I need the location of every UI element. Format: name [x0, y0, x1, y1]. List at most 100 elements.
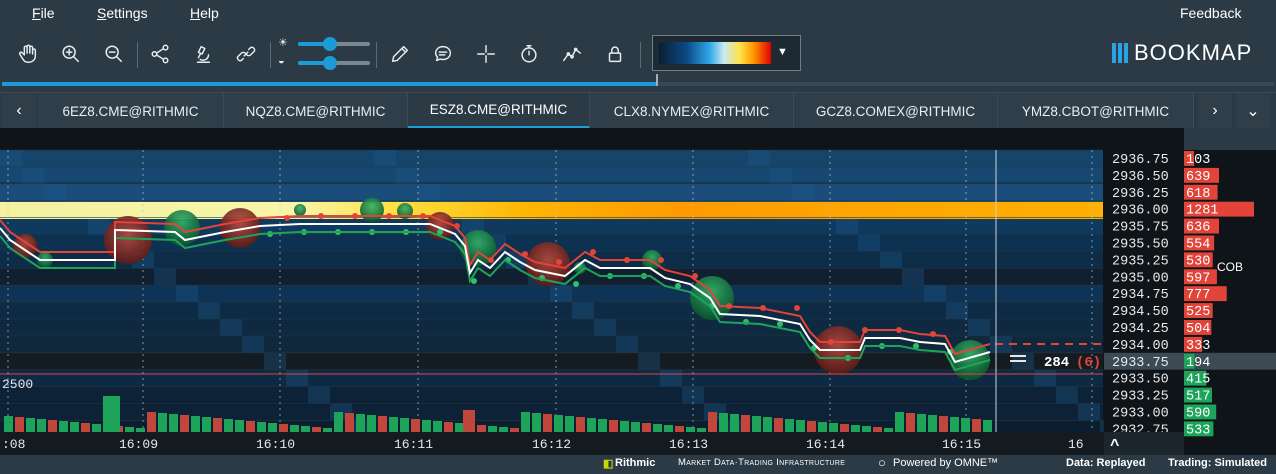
- chat-icon[interactable]: [429, 40, 457, 68]
- heatmap-chart-canvas[interactable]: 2500 284 (6) :08 16:09 16:10 16:11 16:12 16:1…: [0, 128, 1276, 455]
- heat-cell: [1056, 386, 1078, 404]
- volume-bar: [301, 426, 310, 432]
- tabs-next-button[interactable]: ›: [1198, 93, 1232, 129]
- timer-icon[interactable]: [515, 40, 543, 68]
- link-icon[interactable]: [232, 40, 260, 68]
- volume-bar: [15, 417, 24, 432]
- volume-bar: [433, 421, 442, 432]
- volume-bar: [565, 416, 574, 432]
- volume-bar: [950, 417, 959, 432]
- heat-cell: [1034, 369, 1056, 387]
- volume-bar: [774, 418, 783, 432]
- zoom-in-icon[interactable]: [57, 40, 85, 68]
- ladder-price: 2934.50: [1112, 305, 1169, 320]
- tab-esz8[interactable]: ESZ8.CME@RITHMIC: [408, 93, 590, 129]
- heat-cell: [682, 386, 704, 404]
- zoom-out-icon[interactable]: [100, 40, 128, 68]
- replay-position-marker[interactable]: [656, 74, 659, 86]
- volume-bar: [37, 419, 46, 432]
- volume-bar: [367, 415, 376, 432]
- heatmap-palette-dropdown[interactable]: ▼: [652, 35, 801, 71]
- heat-cell: [616, 335, 638, 353]
- ladder-size: 504: [1186, 322, 1210, 337]
- heat-cell: [220, 319, 242, 336]
- crosshair-icon[interactable]: [472, 40, 500, 68]
- chevron-up-icon[interactable]: ^: [1110, 437, 1119, 454]
- ladder-size: 777: [1186, 288, 1210, 303]
- heat-row: [0, 302, 1103, 319]
- ladder-price: 2933.50: [1112, 373, 1169, 388]
- heatmap-chart[interactable]: 2500 284 (6) :08 16:09 16:10 16:11 16:12 16:1…: [0, 128, 1276, 455]
- brightness-slider[interactable]: [298, 37, 370, 51]
- volume-bar: [444, 422, 453, 432]
- ladder-size: 636: [1186, 221, 1210, 236]
- heat-cell: [550, 285, 572, 303]
- heat-row: [0, 369, 1103, 387]
- chart-line-icon[interactable]: [558, 40, 586, 68]
- volume-bar: [631, 422, 640, 432]
- feedback-link[interactable]: Feedback: [1180, 5, 1241, 21]
- rithmic-logo-icon: ◧: [603, 458, 614, 470]
- contrast-icon: ◒: [278, 55, 285, 67]
- volume-bar: [730, 414, 739, 432]
- share-icon[interactable]: [146, 40, 174, 68]
- rithmic-name: Rithmic: [615, 457, 656, 469]
- volume-bar: [180, 415, 189, 432]
- svg-text:2500: 2500: [2, 377, 33, 392]
- contrast-slider-knob[interactable]: [323, 56, 338, 70]
- ladder-price: 2936.25: [1112, 187, 1169, 202]
- volume-bar: [532, 413, 541, 432]
- heat-cell: [44, 183, 66, 201]
- replay-progress-fill: [2, 82, 658, 86]
- volume-bar: [708, 412, 717, 432]
- brightness-slider-knob[interactable]: [323, 37, 338, 51]
- time-tick-label: 16:14: [806, 437, 845, 452]
- replay-progress-bar[interactable]: [2, 74, 1274, 86]
- volume-bar: [818, 422, 827, 432]
- small-trade-dot: [658, 257, 664, 263]
- volume-bar: [741, 415, 750, 432]
- volume-bar-peak: [463, 410, 475, 432]
- microscope-icon[interactable]: [189, 40, 217, 68]
- pencil-icon[interactable]: [386, 40, 414, 68]
- cob-header-bg: [1184, 128, 1276, 150]
- omne-text: Powered by OMNE™: [893, 457, 999, 469]
- small-trade-dot: [794, 305, 800, 311]
- heat-cell: [660, 369, 682, 387]
- volume-bar: [455, 423, 464, 432]
- volume-bar: [906, 413, 915, 432]
- ladder-price: 2936.50: [1112, 170, 1169, 185]
- menu-help[interactable]: Help: [190, 5, 219, 21]
- tab-nqz8[interactable]: NQZ8.CME@RITHMIC: [224, 93, 408, 129]
- ladder-price: 2935.25: [1112, 254, 1169, 269]
- tab-6ez8[interactable]: 6EZ8.CME@RITHMIC: [38, 93, 224, 129]
- ladder-size: 590: [1186, 407, 1210, 422]
- volume-bar: [389, 417, 398, 432]
- menu-file[interactable]: File: [32, 5, 55, 21]
- heat-cell: [1078, 403, 1100, 421]
- heat-cell: [286, 369, 308, 387]
- tab-clx8[interactable]: CLX8.NYMEX@RITHMIC: [590, 93, 794, 129]
- time-tick-label: 16:12: [532, 437, 571, 452]
- heat-cell: [638, 352, 660, 370]
- heat-cell: [572, 302, 594, 319]
- contrast-slider[interactable]: [298, 56, 370, 70]
- volume-bar: [268, 423, 277, 432]
- hand-icon[interactable]: [14, 40, 42, 68]
- lock-icon[interactable]: [601, 40, 629, 68]
- heat-cell: [836, 217, 858, 235]
- volume-bar: [752, 416, 761, 432]
- ladder-price: 2933.00: [1112, 407, 1169, 422]
- tab-ymz8[interactable]: YMZ8.CBOT@RITHMIC: [998, 93, 1194, 129]
- menu-bar: File Settings Help Feedback: [0, 0, 1276, 28]
- tabs-menu-button[interactable]: ⌄: [1236, 93, 1270, 129]
- time-tick-label: 16:10: [256, 437, 295, 452]
- tabs-prev-button[interactable]: ‹: [2, 93, 36, 129]
- volume-bar: [411, 419, 420, 432]
- menu-settings[interactable]: Settings: [97, 5, 148, 21]
- volume-bar: [290, 425, 299, 432]
- heat-row: [0, 319, 1103, 336]
- volume-bar: [895, 412, 904, 432]
- heat-row: [0, 183, 1103, 201]
- tab-gcz8[interactable]: GCZ8.COMEX@RITHMIC: [794, 93, 998, 129]
